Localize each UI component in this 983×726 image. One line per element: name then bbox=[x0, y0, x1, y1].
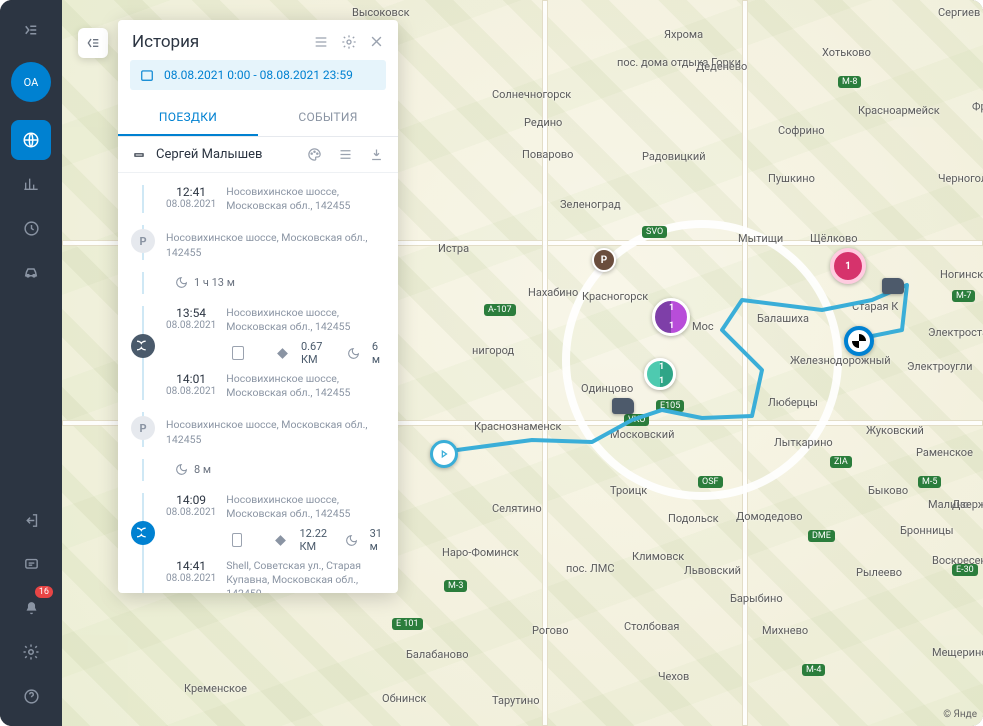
nav-vehicles[interactable] bbox=[11, 252, 51, 292]
driver-name: Сергей Малышев bbox=[156, 147, 262, 162]
list-collapse-icon bbox=[85, 35, 101, 51]
play-icon bbox=[439, 449, 449, 459]
route-start-marker[interactable] bbox=[430, 440, 458, 468]
road bbox=[542, 0, 548, 726]
gear-icon bbox=[341, 34, 357, 50]
color-button[interactable] bbox=[307, 147, 322, 162]
download-button[interactable] bbox=[369, 147, 384, 162]
alert-marker[interactable]: 1 bbox=[830, 248, 866, 284]
view-list-button[interactable] bbox=[313, 34, 329, 50]
message-icon bbox=[23, 556, 40, 573]
app-root: OA 16 bbox=[0, 0, 983, 726]
menu-toggle[interactable] bbox=[11, 10, 51, 50]
timeline: 12:4108.08.2021 Носовихинское шоссе, Мос… bbox=[118, 173, 398, 593]
nav-notifications[interactable]: 16 bbox=[11, 588, 51, 628]
chart-icon bbox=[23, 176, 39, 192]
driver-row[interactable]: Сергей Малышев bbox=[118, 137, 398, 173]
cluster-marker[interactable]: 11 bbox=[652, 298, 690, 336]
nav-help[interactable] bbox=[11, 676, 51, 716]
vehicle-marker[interactable] bbox=[612, 398, 634, 414]
panel-title: История bbox=[132, 32, 199, 52]
list-view-button[interactable] bbox=[338, 147, 353, 162]
nav-history[interactable] bbox=[11, 208, 51, 248]
trip-checkbox[interactable] bbox=[232, 346, 244, 360]
tab-events[interactable]: СОБЫТИЯ bbox=[258, 100, 398, 136]
gear-icon bbox=[22, 643, 40, 661]
nav-messages[interactable] bbox=[11, 544, 51, 584]
list-icon bbox=[313, 34, 329, 50]
user-avatar[interactable]: OA bbox=[11, 62, 51, 102]
timeline-trip[interactable]: 14:0908.08.2021Носовихинское шоссе, Моск… bbox=[130, 487, 386, 593]
timeline-duration: 1 ч 13 м bbox=[130, 266, 386, 300]
date-range-label: 08.08.2021 0:00 - 08.08.2021 23:59 bbox=[164, 68, 353, 82]
tab-trips[interactable]: ПОЕЗДКИ bbox=[118, 100, 258, 136]
calendar-icon bbox=[140, 68, 154, 82]
notification-badge: 16 bbox=[35, 586, 53, 598]
list-icon bbox=[338, 147, 353, 162]
car-icon bbox=[22, 263, 40, 281]
history-panel: История 08.08.2021 0:00 - 08.08.2021 23:… bbox=[118, 20, 398, 593]
sidebar: OA 16 bbox=[0, 0, 62, 726]
parking-marker[interactable]: P bbox=[592, 248, 616, 272]
nav-reports[interactable] bbox=[11, 164, 51, 204]
help-icon bbox=[23, 688, 40, 705]
close-icon bbox=[369, 34, 384, 49]
nav-map[interactable] bbox=[11, 120, 51, 160]
collapse-icon bbox=[22, 21, 40, 39]
timeline-point[interactable]: 12:4108.08.2021 Носовихинское шоссе, Мос… bbox=[130, 179, 386, 219]
collapse-icon bbox=[132, 148, 146, 162]
timeline-parking[interactable]: P Носовихинское шоссе, Московская обл., … bbox=[130, 219, 386, 265]
panel-settings-button[interactable] bbox=[341, 34, 357, 50]
timeline-trip[interactable]: 13:5408.08.2021Носовихинское шоссе, Моск… bbox=[130, 300, 386, 407]
cluster-marker[interactable]: 11 bbox=[644, 358, 676, 390]
vehicle-marker[interactable] bbox=[882, 278, 904, 294]
panel-tabs: ПОЕЗДКИ СОБЫТИЯ bbox=[118, 100, 398, 137]
route-end-marker[interactable] bbox=[844, 326, 874, 356]
panel-close-button[interactable] bbox=[369, 34, 384, 50]
trip-checkbox[interactable] bbox=[232, 533, 242, 547]
date-range-picker[interactable]: 08.08.2021 0:00 - 08.08.2021 23:59 bbox=[130, 60, 386, 90]
panel-header: История bbox=[118, 20, 398, 60]
panel-collapse-toggle[interactable] bbox=[78, 28, 108, 58]
nav-settings[interactable] bbox=[11, 632, 51, 672]
avatar-label: OA bbox=[24, 76, 39, 89]
bell-icon bbox=[23, 600, 40, 617]
palette-icon bbox=[307, 147, 322, 162]
timeline-parking[interactable]: P Носовихинское шоссе, Московская обл., … bbox=[130, 406, 386, 452]
nav-logout[interactable] bbox=[11, 500, 51, 540]
globe-icon bbox=[22, 131, 40, 149]
clock-icon bbox=[23, 220, 40, 237]
map-attribution: © Янде bbox=[943, 709, 977, 720]
download-icon bbox=[369, 147, 384, 162]
timeline-duration: 8 м bbox=[130, 453, 386, 487]
exit-icon bbox=[23, 512, 40, 529]
